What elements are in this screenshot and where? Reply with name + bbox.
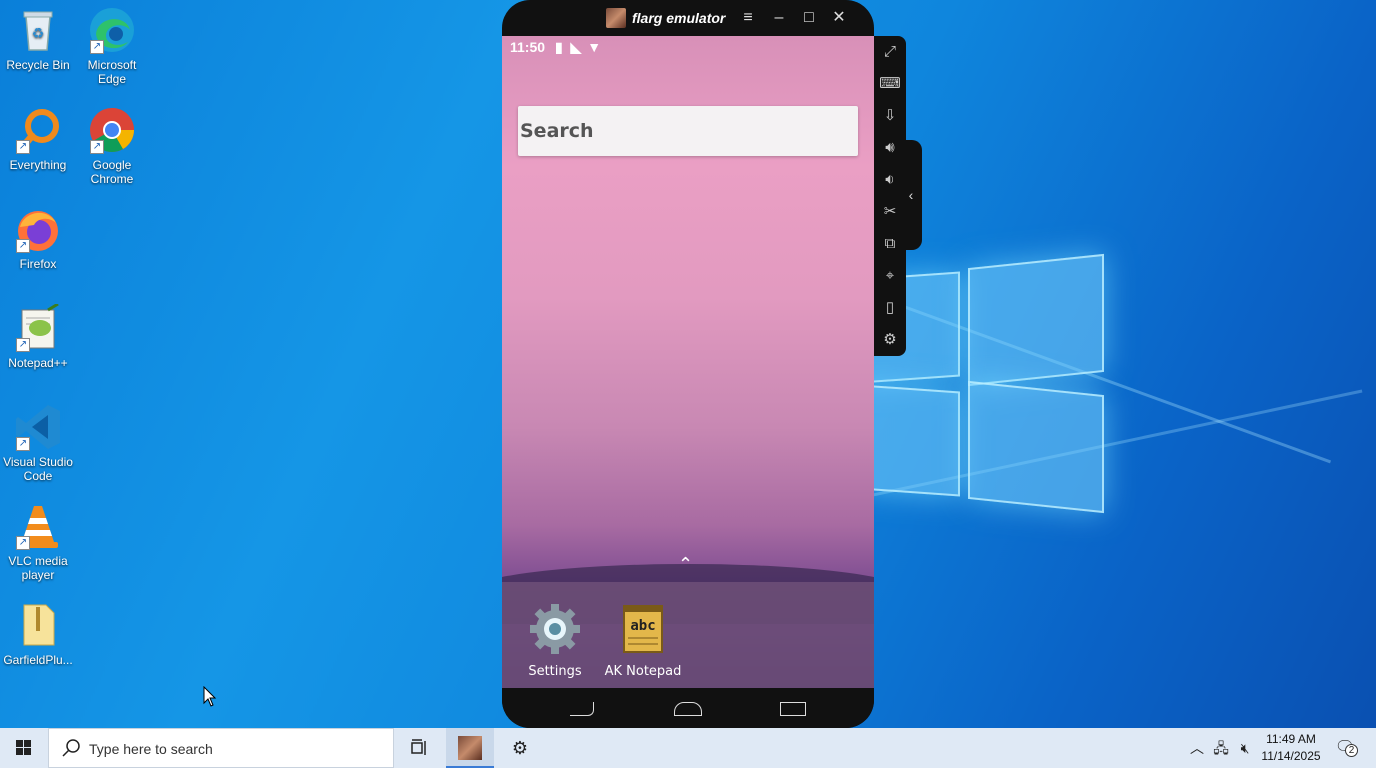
shortcut-arrow-icon: ↗	[16, 140, 30, 154]
search-icon	[61, 738, 81, 763]
home-dock: Settings abc AK Notepad	[502, 582, 874, 688]
shake-icon[interactable]: ▯	[878, 296, 902, 320]
desktop-icon-label: Everything	[9, 158, 67, 172]
dock-app-settings[interactable]: Settings	[510, 602, 600, 679]
settings-gear-icon	[528, 602, 582, 656]
desktop-icon-garfield-file[interactable]: GarfieldPlu...	[0, 601, 76, 667]
keyboard-icon[interactable]: ⌨	[878, 72, 902, 96]
svg-text:♻: ♻	[32, 26, 45, 42]
screenshot-scissors-icon[interactable]: ✂	[878, 200, 902, 224]
taskbar: Type here to search ⚙ ︿ 🖧︎ 🔇︎ 11:49 AM 1…	[0, 728, 1376, 768]
app-drawer-chevron-up-icon[interactable]: ⌃	[678, 554, 693, 575]
taskbar-clock[interactable]: 11:49 AM 11/14/2025	[1256, 731, 1326, 765]
desktop-icon-visual-studio-code[interactable]: ↗ Visual Studio Code	[0, 403, 76, 483]
desktop-icon-label: Visual Studio Code	[3, 455, 73, 483]
desktop-icon-label: GarfieldPlu...	[3, 653, 73, 667]
android-nav-bar	[502, 688, 874, 728]
fullscreen-icon[interactable]: ⤢	[878, 40, 902, 64]
desktop-icon-firefox[interactable]: ↗ Firefox	[0, 205, 76, 271]
network-icon[interactable]: 🖧︎	[1210, 728, 1232, 768]
emulator-window: flarg emulator ≡ – □ ✕ 11:50 ▮ ◣ ▼ Searc…	[502, 0, 874, 728]
search-placeholder: Search	[520, 120, 594, 142]
shortcut-arrow-icon: ↗	[16, 338, 30, 352]
vlc-cone-icon: ↗	[14, 502, 62, 550]
menu-icon[interactable]: ≡	[736, 6, 760, 30]
action-center-notification-icon[interactable]: 🗨︎2	[1330, 728, 1360, 768]
emulator-taskbar-icon	[458, 736, 482, 760]
windows-start-icon	[16, 740, 31, 755]
task-view-icon[interactable]	[396, 728, 444, 768]
close-button[interactable]: ✕	[827, 6, 851, 30]
shortcut-arrow-icon: ↗	[16, 239, 30, 253]
shortcut-arrow-icon: ↗	[90, 140, 104, 154]
recents-button[interactable]	[780, 702, 806, 716]
apk-install-icon[interactable]: ⇩	[878, 104, 902, 128]
zip-folder-icon	[14, 601, 62, 649]
location-pin-icon[interactable]: ⌖	[878, 264, 902, 288]
everything-search-icon: ↗	[14, 106, 62, 154]
taskbar-search-box[interactable]: Type here to search	[48, 728, 394, 768]
desktop-icon-recycle-bin[interactable]: ♻ Recycle Bin	[0, 6, 76, 72]
wifi-icon: ▼	[587, 39, 602, 55]
shortcut-arrow-icon: ↗	[90, 40, 104, 54]
signal-icon: ◣	[570, 39, 582, 55]
desktop-icon-label: Microsoft Edge	[87, 58, 137, 86]
firefox-icon: ↗	[14, 205, 62, 253]
show-hidden-icons-chevron-up-icon[interactable]: ︿	[1186, 728, 1208, 768]
dock-app-label: Settings	[528, 664, 582, 679]
volume-down-icon[interactable]: 🔉︎	[878, 168, 902, 192]
desktop-icon-everything[interactable]: ↗ Everything	[0, 106, 76, 172]
shortcut-arrow-icon: ↗	[16, 437, 30, 451]
dock-app-label: AK Notepad	[604, 664, 682, 679]
minimize-button[interactable]: –	[767, 6, 791, 30]
volume-muted-icon[interactable]: 🔇︎	[1234, 728, 1256, 768]
desktop-icon-microsoft-edge[interactable]: ↗ Microsoft Edge	[74, 6, 150, 86]
emulator-title: flarg emulator	[632, 10, 726, 26]
volume-up-icon[interactable]: 🔊︎	[878, 136, 902, 160]
status-time: 11:50	[510, 39, 546, 55]
clock-time: 11:49 AM	[1266, 732, 1316, 746]
chrome-icon: ↗	[88, 106, 136, 154]
dock-app-ak-notepad[interactable]: abc AK Notepad	[598, 602, 688, 679]
notification-count-badge: 2	[1345, 744, 1358, 757]
desktop-icon-label: Firefox	[19, 257, 57, 271]
desktop-icon-google-chrome[interactable]: ↗ Google Chrome	[74, 106, 150, 186]
emulator-titlebar[interactable]: flarg emulator ≡ – □ ✕	[502, 0, 874, 36]
desktop-icon-label: Recycle Bin	[6, 58, 70, 72]
taskbar-emulator-app[interactable]	[446, 728, 494, 768]
clock-date: 11/14/2025	[1261, 749, 1321, 763]
multi-instance-icon[interactable]: ⧉	[878, 232, 902, 256]
svg-text:abc: abc	[630, 618, 655, 634]
emulator-app-icon	[606, 8, 626, 28]
emulator-side-toolbar: ⤢ ⌨ ⇩ 🔊︎ 🔉︎ ✂ ⧉ ⌖ ▯ ⚙	[874, 36, 906, 356]
notepad-abc-icon: abc	[616, 602, 670, 656]
taskbar-settings-gear-icon[interactable]: ⚙	[496, 728, 544, 768]
home-button[interactable]	[674, 702, 702, 716]
notepad-plus-plus-icon: ↗	[14, 302, 62, 352]
android-status-bar: 11:50 ▮ ◣ ▼	[510, 39, 601, 56]
home-search-bar[interactable]: Search	[518, 106, 858, 156]
mouse-cursor-icon	[203, 685, 217, 713]
battery-icon: ▮	[554, 39, 563, 55]
recycle-bin-icon: ♻	[14, 6, 62, 54]
edge-icon: ↗	[88, 6, 136, 54]
maximize-button[interactable]: □	[797, 6, 821, 30]
desktop-icon-label: Notepad++	[8, 356, 68, 370]
start-button[interactable]	[0, 728, 48, 768]
desktop-icon-label: VLC media player	[8, 554, 68, 582]
desktop-icon-notepad-plus-plus[interactable]: ↗ Notepad++	[0, 302, 76, 370]
vscode-icon: ↗	[14, 403, 62, 451]
desktop-icon-label: Google Chrome	[90, 158, 134, 186]
taskbar-search-placeholder: Type here to search	[89, 741, 213, 757]
settings-icon[interactable]: ⚙	[878, 328, 902, 352]
desktop-icon-vlc-media-player[interactable]: ↗ VLC media player	[0, 502, 76, 582]
back-button[interactable]	[570, 702, 594, 716]
shortcut-arrow-icon: ↗	[16, 536, 30, 550]
android-screen[interactable]: 11:50 ▮ ◣ ▼ Search ⌃ Settings abc AK Not…	[502, 36, 874, 688]
